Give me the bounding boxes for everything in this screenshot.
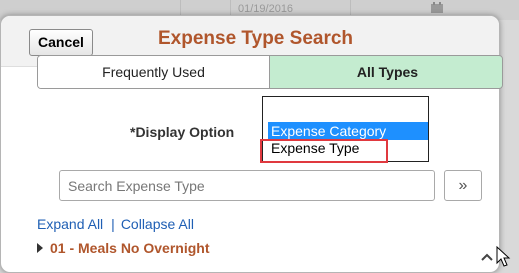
- collapse-all-link[interactable]: Collapse All: [121, 216, 194, 232]
- calendar-icon: [431, 2, 443, 13]
- dropdown-option-blank[interactable]: [268, 99, 428, 117]
- group-label: 01 - Meals No Overnight: [50, 240, 210, 256]
- expand-all-link[interactable]: Expand All: [37, 216, 103, 232]
- tab-frequently-used[interactable]: Frequently Used: [38, 56, 269, 88]
- search-input[interactable]: [59, 170, 435, 201]
- display-option-label: *Display Option: [130, 124, 235, 140]
- tab-all-types[interactable]: All Types: [269, 56, 502, 88]
- group-row-meals-no-overnight[interactable]: 01 - Meals No Overnight: [37, 240, 209, 256]
- expand-triangle-icon: [37, 243, 43, 253]
- background-date: 01/19/2016: [238, 3, 294, 15]
- cancel-button[interactable]: Cancel: [29, 29, 93, 56]
- annotation-highlight-box: [260, 139, 388, 163]
- link-separator: |: [111, 216, 115, 232]
- expand-collapse-links: Expand All | Collapse All: [37, 216, 194, 232]
- type-segmented-control: Frequently Used All Types: [37, 55, 503, 89]
- dropdown-option-expense-category[interactable]: Expense Category: [268, 122, 428, 140]
- mouse-cursor-icon: [496, 246, 511, 267]
- page-title: Expense Type Search: [158, 28, 354, 49]
- search-go-button[interactable]: »: [444, 170, 482, 201]
- chevron-up-icon[interactable]: [480, 252, 494, 262]
